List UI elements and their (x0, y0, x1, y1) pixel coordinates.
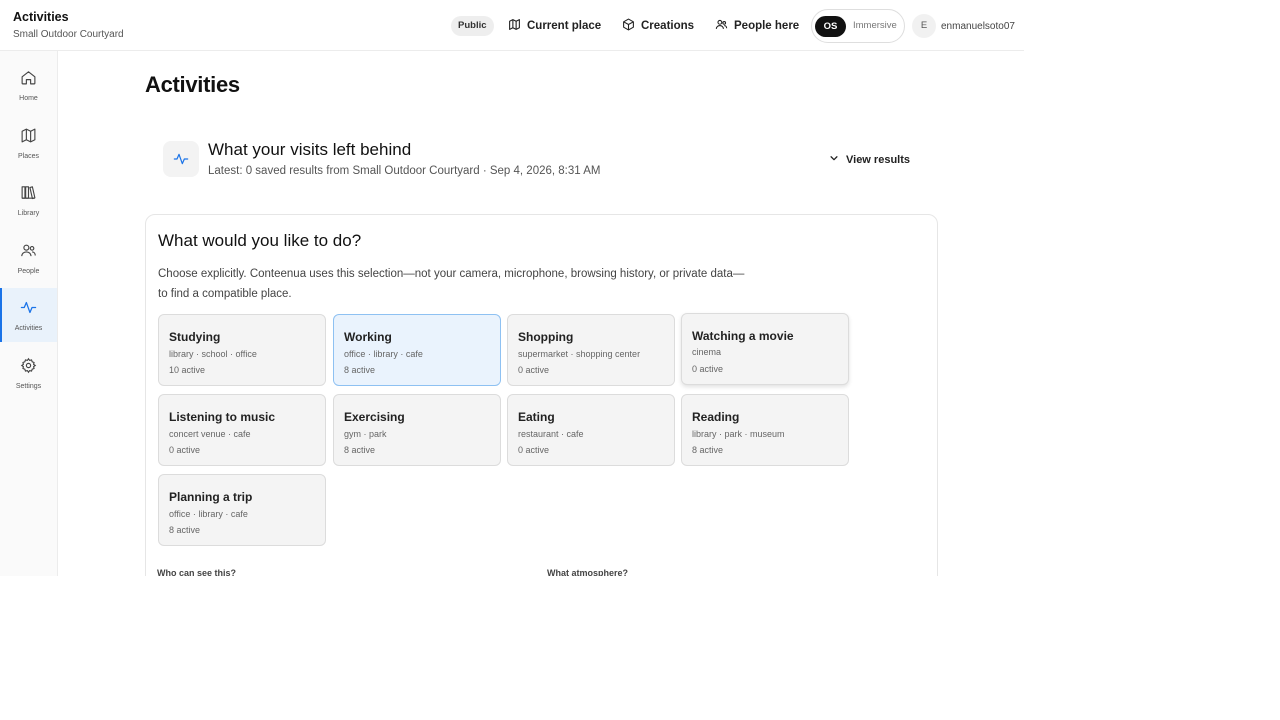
activity-name: Eating (518, 410, 555, 424)
activity-tags: concert venue · cafe (169, 429, 251, 439)
nav-creations-label: Creations (641, 20, 695, 32)
nav-people-here[interactable]: People here (715, 18, 799, 34)
visits-subtitle: Latest: 0 saved results from Small Outdo… (208, 165, 601, 177)
sidebar-item-library[interactable]: Library (0, 173, 57, 227)
activity-count: 8 active (169, 525, 201, 535)
app-title: Activities (13, 10, 69, 24)
activity-name: Working (344, 330, 392, 344)
top-bar: Activities Small Outdoor Courtyard Publi… (0, 0, 1024, 51)
panel-title: What would you like to do? (158, 231, 362, 250)
activity-name: Listening to music (169, 410, 276, 424)
activity-count: 8 active (344, 445, 376, 455)
activity-count: 8 active (344, 365, 376, 375)
activity-count: 10 active (169, 365, 206, 375)
activity-card-working[interactable]: Working office · library · cafe 8 active (333, 314, 501, 386)
activity-selection-panel: What would you like to do? Choose explic… (145, 214, 938, 576)
activity-count: 0 active (169, 445, 201, 455)
sidebar-item-people[interactable]: People (0, 231, 57, 285)
activity-name: Watching a movie (692, 329, 794, 343)
panel-description: Choose explicitly. Conteenua uses this s… (158, 268, 745, 300)
map-icon (508, 18, 521, 34)
library-icon (20, 184, 37, 206)
nav-people-here-label: People here (734, 20, 800, 32)
sidebar-item-places[interactable]: Places (0, 116, 57, 170)
activity-name: Exercising (344, 410, 405, 424)
view-results-label: View results (846, 153, 910, 166)
visibility-badge[interactable]: Public (451, 16, 494, 36)
avatar[interactable]: E (912, 14, 936, 38)
chevron-down-icon (829, 153, 839, 166)
place-subtitle: Small Outdoor Courtyard (13, 29, 124, 40)
activity-count: 0 active (692, 364, 724, 374)
activity-name: Reading (692, 410, 740, 424)
people-icon (20, 242, 37, 264)
activity-card-studying[interactable]: Studying library · school · office 10 ac… (158, 314, 326, 386)
sidebar-item-label: Library (17, 209, 40, 217)
activity-card-eating[interactable]: Eating restaurant · cafe 0 active (507, 394, 675, 466)
activity-card-planning-a-trip[interactable]: Planning a trip office · library · cafe … (158, 474, 326, 546)
mode-switch: OS Immersive (811, 9, 905, 43)
activity-count: 0 active (518, 365, 550, 375)
activity-count: 8 active (692, 445, 724, 455)
activity-tags: office · library · cafe (169, 509, 248, 519)
nav-current-place-label: Current place (527, 20, 602, 32)
activity-tags: cinema (692, 347, 722, 357)
activity-icon (20, 299, 37, 321)
activity-tags: library · school · office (169, 349, 257, 359)
cube-icon (622, 18, 635, 34)
activity-count: 0 active (518, 445, 550, 455)
page-title: Activities (145, 72, 240, 97)
activity-card-exercising[interactable]: Exercising gym · park 8 active (333, 394, 501, 466)
activity-tags: restaurant · cafe (518, 429, 584, 439)
sidebar-item-label: Activities (14, 324, 43, 332)
activity-tags: gym · park (344, 429, 387, 439)
app-window: Activities Small Outdoor Courtyard Publi… (0, 0, 1024, 576)
view-results-toggle[interactable]: View results (829, 153, 910, 166)
activity-name: Planning a trip (169, 490, 253, 504)
nav-current-place[interactable]: Current place (508, 18, 601, 34)
home-icon (20, 69, 37, 91)
sidebar-item-label: People (17, 267, 40, 275)
activity-tags: supermarket · shopping center (518, 349, 641, 359)
activity-tags: office · library · cafe (344, 349, 423, 359)
activity-card-watching-a-movie[interactable]: Watching a movie cinema 0 active (681, 313, 849, 385)
atmosphere-label: What atmosphere? (547, 568, 629, 576)
sidebar-item-label: Home (19, 94, 38, 102)
username[interactable]: enmanuelsoto07 (941, 21, 1015, 32)
activity-card-listening-to-music[interactable]: Listening to music concert venue · cafe … (158, 394, 326, 466)
people-icon (715, 18, 728, 34)
activity-name: Shopping (518, 330, 574, 344)
sidebar-item-settings[interactable]: Settings (0, 346, 57, 400)
sidebar: Home Places Library People Activities Se… (0, 51, 58, 576)
activity-icon (163, 141, 199, 177)
activity-card-reading[interactable]: Reading library · park · museum 8 active (681, 394, 849, 466)
activity-card-shopping[interactable]: Shopping supermarket · shopping center 0… (507, 314, 675, 386)
nav-creations[interactable]: Creations (622, 18, 694, 34)
gear-icon (20, 357, 37, 379)
activity-tags: library · park · museum (692, 429, 785, 439)
sidebar-item-home[interactable]: Home (0, 58, 57, 112)
sidebar-item-label: Settings (15, 382, 42, 390)
map-icon (20, 127, 37, 149)
who-can-see-label: Who can see this? (157, 568, 237, 576)
visits-title: What your visits left behind (208, 140, 412, 159)
mode-immersive-button[interactable]: Immersive (853, 20, 897, 31)
mode-os-button[interactable]: OS (815, 16, 846, 37)
activity-name: Studying (169, 330, 221, 344)
sidebar-item-label: Places (17, 152, 39, 160)
sidebar-item-activities[interactable]: Activities (0, 288, 57, 342)
